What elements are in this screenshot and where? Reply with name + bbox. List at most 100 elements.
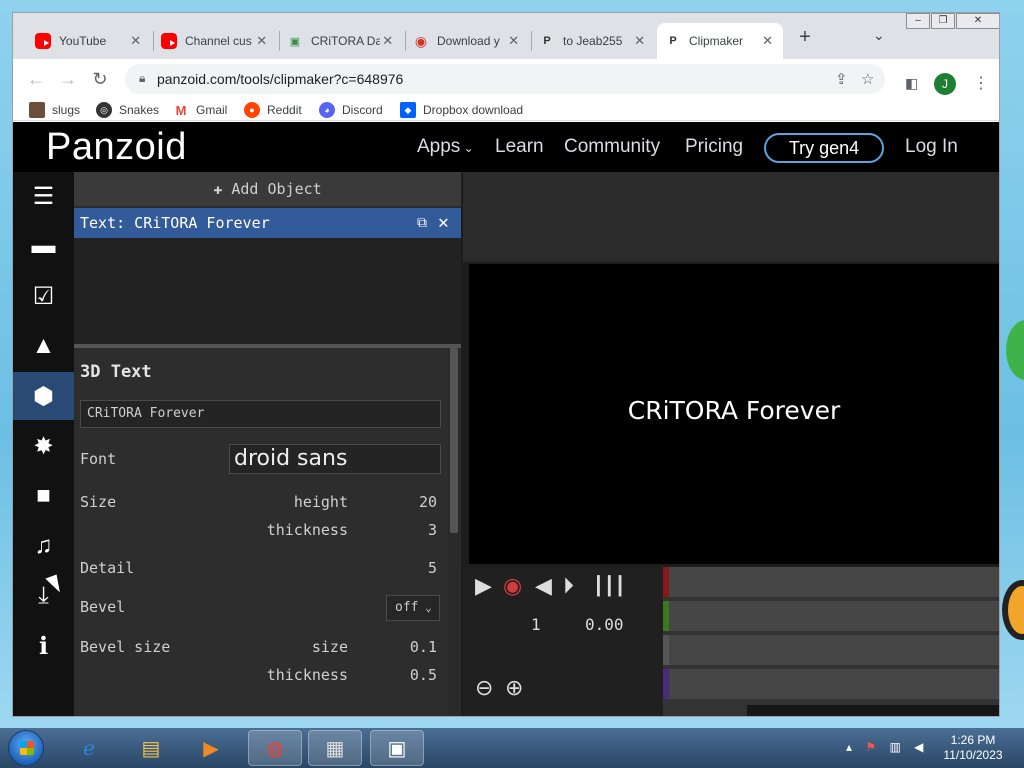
server-app-icon[interactable]: ▦ [308,730,362,766]
close-icon[interactable]: ✕ [760,33,775,49]
nav-learn[interactable]: Learn [495,136,544,158]
close-icon[interactable]: ✕ [128,33,143,49]
font-label: Font [80,450,117,468]
volume-icon[interactable]: ◀ [535,573,552,599]
start-button[interactable] [8,730,44,766]
frame-counter: 1 [531,615,541,634]
image-mountain-icon[interactable]: ▲ [13,322,74,370]
bookmark-reddit[interactable]: ● Reddit [244,102,302,118]
internet-explorer-icon[interactable]: ℯ [62,730,116,766]
file-explorer-icon[interactable]: ▤ [124,730,178,766]
reload-icon[interactable]: ↻ [89,69,111,90]
chrome-icon[interactable]: ◍ [248,730,302,766]
height-value-input[interactable]: 20 [394,493,437,511]
share-icon[interactable]: ⇪ [835,70,848,88]
tab-critora[interactable]: ▣ CRiTORA Da ✕ [279,23,403,59]
close-icon[interactable]: ✕ [254,33,269,49]
bookmark-gmail[interactable]: M Gmail [173,102,227,118]
network-icon[interactable]: ▥ [889,740,900,754]
system-tray: ▴ ⚑ ▥ ◀ [846,740,923,754]
tab-clipmaker[interactable]: P Clipmaker ✕ [657,23,783,59]
music-note-icon[interactable]: ♫ [13,522,74,570]
thickness-label: thickness [266,521,348,539]
selected-object-row[interactable]: Text: CRiTORA Forever ⧉ ✕ [74,208,461,238]
thickness-value-input[interactable]: 3 [394,521,437,539]
tab-channel-customization[interactable]: Channel cus ✕ [153,23,277,59]
track-row[interactable] [663,669,999,699]
hamburger-menu-icon[interactable]: ☰ [13,172,74,220]
maximize-button[interactable]: ❐ [931,13,955,29]
detail-value-input[interactable]: 5 [394,559,437,577]
discord-icon: ◕ [319,102,335,118]
waveform-icon[interactable]: ┃┃┃ [593,576,626,597]
track-row[interactable] [663,567,999,597]
plus-icon: ✚ [213,180,232,198]
bookmark-dropbox[interactable]: ◆ Dropbox download [400,102,523,118]
checkbox-icon[interactable]: ☑ [13,272,74,320]
object-panel: ✚ Add Object Text: CRiTORA Forever ⧉ ✕ 3… [74,172,461,716]
minimize-button[interactable]: – [906,13,930,29]
panzoid-icon: P [669,35,677,47]
tray-expand-icon[interactable]: ▴ [846,740,852,754]
add-object-button[interactable]: ✚ Add Object [74,172,461,206]
step-forward-icon[interactable]: ⏵ [563,573,574,599]
profile-avatar[interactable]: J [934,73,956,95]
eye-visibility-icon[interactable]: ◉ [503,573,522,599]
3d-cube-icon[interactable]: ⬢ [13,372,74,420]
burst-effect-icon[interactable]: ✸ [13,422,74,470]
more-menu-icon[interactable]: ⋮ [973,73,989,93]
login-link[interactable]: Log In [905,136,958,158]
close-icon[interactable]: ✕ [632,33,647,49]
timeline-scrollbar[interactable] [747,705,999,716]
try-gen4-button[interactable]: Try gen4 [764,133,884,163]
clock[interactable]: 1:26 PM 11/10/2023 [938,733,1008,763]
volume-mute-icon[interactable]: ◀ [914,740,923,754]
nav-pricing[interactable]: Pricing [685,136,743,158]
duplicate-icon[interactable]: ⧉ [417,208,427,238]
track-row[interactable] [663,635,999,665]
font-input[interactable]: droid sans [229,444,441,474]
tab-jeab[interactable]: P to Jeab255 ✕ [531,23,655,59]
new-tab-button[interactable]: + [793,26,817,49]
track-row[interactable] [663,601,999,631]
forward-arrow-icon[interactable]: → [57,69,79,90]
media-player-icon[interactable]: ▶ [184,730,238,766]
zoom-out-icon[interactable]: ⊖ [475,675,493,701]
bookmark-slugs[interactable]: slugs [29,102,80,118]
download-icon[interactable]: ⤓ [13,572,74,620]
command-prompt-icon[interactable]: ▣ [370,730,424,766]
close-icon[interactable]: ✕ [380,33,395,49]
address-bar[interactable]: 🔒︎ panzoid.com/tools/clipmaker?c=648976 … [125,64,885,94]
action-center-icon[interactable]: ⚑ [865,740,876,754]
bookmark-discord[interactable]: ◕ Discord [319,102,383,118]
timeline-tracks[interactable] [663,567,999,716]
preview-canvas[interactable]: CRiTORA Forever [469,264,999,564]
properties-scrollbar[interactable] [450,348,458,533]
close-window-button[interactable]: ✕ [956,13,999,29]
tab-youtube[interactable]: YouTube ✕ [27,23,151,59]
bevel-size-value-input[interactable]: 0.1 [394,638,437,656]
side-panel-icon[interactable]: ◧ [905,75,918,92]
bookmark-star-icon[interactable]: ☆ [861,70,874,88]
url-text[interactable]: panzoid.com/tools/clipmaker?c=648976 [157,71,403,87]
nav-apps[interactable]: Apps ⌄ [417,136,474,158]
bevel-select[interactable]: off ⌄ [386,595,440,621]
dropbox-icon: ◆ [400,102,416,118]
close-icon[interactable]: ✕ [438,208,449,238]
tab-strip: YouTube ✕ Channel cus ✕ ▣ CRiTORA Da ✕ ◉… [13,13,999,59]
back-arrow-icon[interactable]: ← [25,69,47,90]
tab-download[interactable]: ◉ Download y ✕ [405,23,529,59]
zoom-in-icon[interactable]: ⊕ [505,675,523,701]
camera-icon[interactable]: ■ [13,472,74,520]
folder-icon[interactable]: ▬ [13,222,74,270]
panzoid-logo[interactable]: Panzoid [46,126,187,169]
nav-community[interactable]: Community [564,136,660,158]
bookmark-snakes[interactable]: ◎ Snakes [96,102,159,118]
text-value-input[interactable]: CRiTORA Forever [80,400,441,428]
tab-search-chevron-icon[interactable]: ⌄ [873,27,885,44]
bevel-thickness-value-input[interactable]: 0.5 [394,666,437,684]
close-icon[interactable]: ✕ [506,33,521,49]
tab-label: to Jeab255 [563,34,623,48]
play-icon[interactable]: ▶ [475,573,492,599]
info-icon[interactable]: ℹ [13,622,74,670]
